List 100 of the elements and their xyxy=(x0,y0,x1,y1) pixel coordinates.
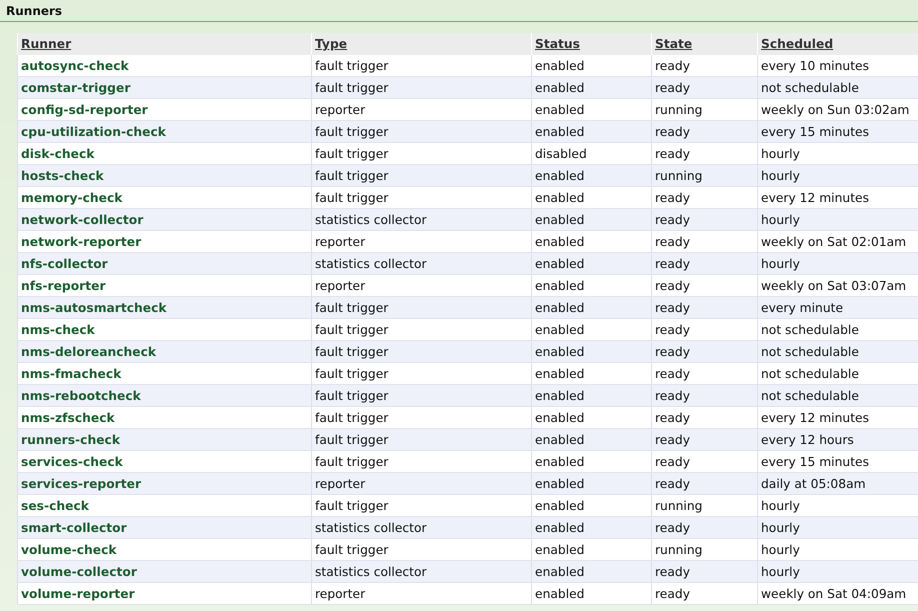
table-cell: fault trigger xyxy=(315,498,388,512)
table-cell: not schedulable xyxy=(761,388,859,402)
table-cell: enabled xyxy=(535,256,584,270)
runner-link[interactable]: nfs-reporter xyxy=(21,278,106,292)
table-cell: enabled xyxy=(535,190,584,204)
table-cell: ready xyxy=(655,300,690,314)
table-cell: hourly xyxy=(761,212,800,226)
table-cell: every 12 hours xyxy=(761,432,854,446)
column-header[interactable]: Runner xyxy=(21,37,72,51)
table-cell: enabled xyxy=(535,80,584,94)
table-cell: enabled xyxy=(535,388,584,402)
runner-link[interactable]: nfs-collector xyxy=(21,256,108,270)
runner-link[interactable]: hosts-check xyxy=(21,168,104,182)
table-cell: fault trigger xyxy=(315,168,388,182)
table-cell: running xyxy=(655,168,702,182)
table-cell: enabled xyxy=(535,366,584,380)
table-cell: enabled xyxy=(535,58,584,72)
table-cell: statistics collector xyxy=(315,564,427,578)
table-cell: fault trigger xyxy=(315,454,388,468)
table-cell: ready xyxy=(655,454,690,468)
table-cell: fault trigger xyxy=(315,344,388,358)
table-cell: ready xyxy=(655,476,690,490)
table-cell: daily at 05:08am xyxy=(761,476,866,490)
table-cell: fault trigger xyxy=(315,80,388,94)
table-cell: not schedulable xyxy=(761,366,859,380)
runner-link[interactable]: nms-check xyxy=(21,322,95,336)
table-cell: enabled xyxy=(535,124,584,138)
table-cell: hourly xyxy=(761,498,800,512)
table-cell: enabled xyxy=(535,520,584,534)
table-cell: enabled xyxy=(535,234,584,248)
table-cell: enabled xyxy=(535,454,584,468)
table-cell: enabled xyxy=(535,586,584,600)
table-cell: ready xyxy=(655,278,690,292)
table-cell: enabled xyxy=(535,322,584,336)
table-cell: ready xyxy=(655,190,690,204)
table-cell: fault trigger xyxy=(315,388,388,402)
table-cell: not schedulable xyxy=(761,80,859,94)
column-header[interactable]: Type xyxy=(315,37,348,51)
table-cell: weekly on Sat 04:09am xyxy=(761,586,906,600)
table-cell: every 12 minutes xyxy=(761,190,869,204)
table-cell: fault trigger xyxy=(315,124,388,138)
table-cell: statistics collector xyxy=(315,212,427,226)
table-cell: weekly on Sat 03:07am xyxy=(761,278,906,292)
table-cell: ready xyxy=(655,322,690,336)
table-cell: fault trigger xyxy=(315,366,388,380)
table-cell: ready xyxy=(655,564,690,578)
table-cell: fault trigger xyxy=(315,58,388,72)
table-cell: enabled xyxy=(535,278,584,292)
table-cell: ready xyxy=(655,344,690,358)
table-cell: every 12 minutes xyxy=(761,410,869,424)
table-cell: fault trigger xyxy=(315,146,388,160)
table-cell: ready xyxy=(655,212,690,226)
table-cell: enabled xyxy=(535,564,584,578)
table-cell: weekly on Sat 02:01am xyxy=(761,234,906,248)
table-cell: weekly on Sun 03:02am xyxy=(761,102,910,116)
table-cell: hourly xyxy=(761,146,800,160)
table-cell: running xyxy=(655,498,702,512)
table-cell: every minute xyxy=(761,300,844,314)
table-cell: fault trigger xyxy=(315,190,388,204)
table-cell: ready xyxy=(655,366,690,380)
table-cell: enabled xyxy=(535,476,584,490)
table-cell: fault trigger xyxy=(315,322,388,336)
table-cell: every 10 minutes xyxy=(761,58,869,72)
table-cell: ready xyxy=(655,586,690,600)
table-cell: hourly xyxy=(761,168,800,182)
table-cell: statistics collector xyxy=(315,256,427,270)
table-cell: reporter xyxy=(315,476,366,490)
table-cell: reporter xyxy=(315,102,366,116)
panel-title: Runners xyxy=(6,4,62,18)
table-cell: ready xyxy=(655,234,690,248)
table-cell: ready xyxy=(655,146,690,160)
table-cell: every 15 minutes xyxy=(761,454,869,468)
table-cell: enabled xyxy=(535,410,584,424)
table-cell: not schedulable xyxy=(761,344,859,358)
table-cell: fault trigger xyxy=(315,300,388,314)
table-cell: enabled xyxy=(535,432,584,446)
table-cell: ready xyxy=(655,256,690,270)
table-cell: ready xyxy=(655,124,690,138)
table-cell: running xyxy=(655,102,702,116)
table-cell: enabled xyxy=(535,542,584,556)
table-cell: statistics collector xyxy=(315,520,427,534)
table-cell: hourly xyxy=(761,256,800,270)
table-cell: ready xyxy=(655,388,690,402)
table-cell: hourly xyxy=(761,542,800,556)
table-cell: not schedulable xyxy=(761,322,859,336)
table-cell: ready xyxy=(655,410,690,424)
runner-link[interactable]: disk-check xyxy=(21,146,94,160)
table-cell: fault trigger xyxy=(315,542,388,556)
table-cell: ready xyxy=(655,432,690,446)
table-cell: enabled xyxy=(535,498,584,512)
table-cell: reporter xyxy=(315,278,366,292)
table-cell: hourly xyxy=(761,520,800,534)
table-cell: reporter xyxy=(315,234,366,248)
table-cell: fault trigger xyxy=(315,410,388,424)
table-cell: ready xyxy=(655,520,690,534)
table-cell: running xyxy=(655,542,702,556)
table-cell: hourly xyxy=(761,564,800,578)
table-cell: ready xyxy=(655,58,690,72)
runner-link[interactable]: ses-check xyxy=(21,498,89,512)
table-cell: every 15 minutes xyxy=(761,124,869,138)
